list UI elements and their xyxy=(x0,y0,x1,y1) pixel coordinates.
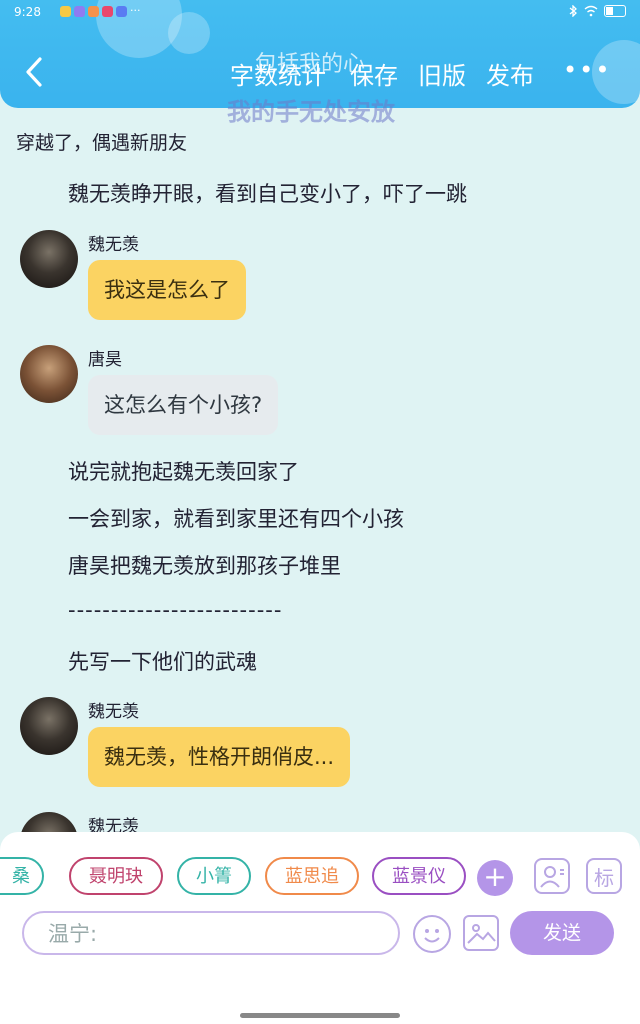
message-bubble: 我这是怎么了 xyxy=(88,260,246,320)
character-chip[interactable]: 桑 xyxy=(0,857,44,895)
chevron-left-icon xyxy=(26,57,42,87)
narration-line[interactable]: 说完就抱起魏无羡回家了 xyxy=(68,456,299,486)
person-icon xyxy=(540,866,564,888)
app-notification-icon xyxy=(102,6,113,17)
character-chip[interactable]: 聂明玦 xyxy=(69,857,163,895)
more-notifications-icon: ··· xyxy=(130,4,141,17)
status-bar: 9:28 ··· xyxy=(14,4,626,22)
send-button[interactable]: 发送 xyxy=(510,911,614,955)
floating-lyric-subtitle: 我的手无处安放 xyxy=(227,98,395,126)
character-chip[interactable]: 蓝思追 xyxy=(265,857,359,895)
avatar xyxy=(20,230,78,288)
bluetooth-icon xyxy=(569,5,577,17)
app-notification-icon xyxy=(88,6,99,17)
chapter-title: 穿越了，偶遇新朋友 xyxy=(16,132,188,154)
speaker-name: 魏无羡 xyxy=(88,702,139,722)
home-indicator[interactable] xyxy=(240,1013,400,1018)
narration-line[interactable]: 魏无羡睁开眼，看到自己变小了，吓了一跳 xyxy=(68,178,467,208)
publish-button[interactable]: 发布 xyxy=(486,56,534,91)
status-right xyxy=(568,5,626,17)
app-notification-icon xyxy=(74,6,85,17)
battery-icon xyxy=(604,5,626,17)
speaker-name: 魏无羡 xyxy=(88,235,139,255)
wifi-icon xyxy=(584,5,598,17)
message-input[interactable] xyxy=(22,911,400,955)
narration-line[interactable]: 一会到家，就看到家里还有四个小孩 xyxy=(68,503,404,533)
narration-line[interactable]: 唐昊把魏无羡放到那孩子堆里 xyxy=(68,550,341,580)
more-options-button[interactable]: ••• xyxy=(563,56,611,84)
emoji-button[interactable] xyxy=(413,915,451,953)
avatar xyxy=(20,345,78,403)
avatar xyxy=(20,697,78,755)
word-count-button[interactable]: 字数统计 xyxy=(230,56,326,91)
narration-line[interactable]: 先写一下他们的武魂 xyxy=(68,646,257,676)
character-profile-button[interactable] xyxy=(534,858,570,894)
section-divider: ------------------------- xyxy=(68,598,283,622)
smiley-icon xyxy=(424,929,440,943)
tag-button[interactable]: 标 xyxy=(586,858,622,894)
save-button[interactable]: 保存 xyxy=(350,56,398,91)
message-bubble: 魏无羡，性格开朗俏皮... xyxy=(88,727,351,787)
status-time: 9:28 xyxy=(14,5,41,19)
speaker-name: 唐昊 xyxy=(88,350,122,370)
image-icon xyxy=(467,924,496,944)
image-button[interactable] xyxy=(463,915,499,951)
character-chip[interactable]: 蓝景仪 xyxy=(372,857,466,895)
notification-icons: ··· xyxy=(60,4,141,17)
back-button[interactable] xyxy=(18,54,50,90)
character-chip[interactable]: 小箐 xyxy=(177,857,251,895)
message-bubble: 这怎么有个小孩? xyxy=(88,375,279,435)
old-version-button[interactable]: 旧版 xyxy=(418,56,466,91)
app-notification-icon xyxy=(116,6,127,17)
app-notification-icon xyxy=(60,6,71,17)
add-character-button[interactable]: + xyxy=(477,860,513,896)
